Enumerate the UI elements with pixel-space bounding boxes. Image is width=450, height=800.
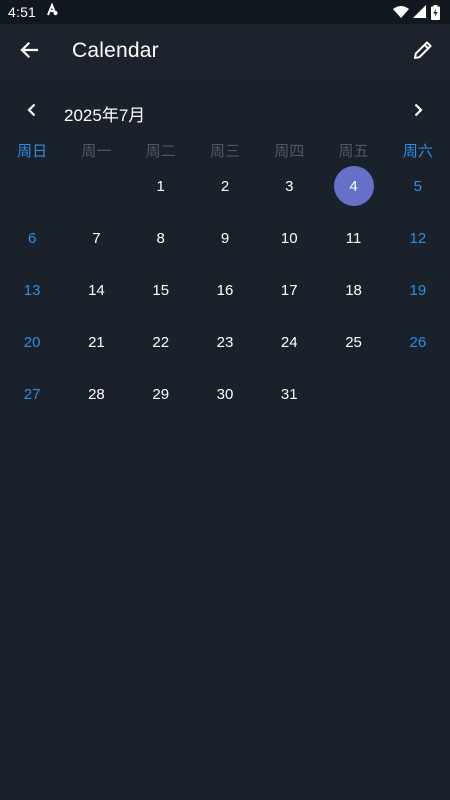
empty-day-cell: [64, 160, 128, 212]
day-cell[interactable]: 31: [257, 368, 321, 420]
day-cell[interactable]: 22: [129, 316, 193, 368]
day-number: 13: [23, 281, 41, 299]
day-number: 10: [280, 229, 298, 247]
day-cell[interactable]: 2: [193, 160, 257, 212]
day-number: 30: [216, 385, 234, 403]
back-button[interactable]: [14, 37, 44, 67]
week-row: 20 21 22 23 24 25 26: [0, 316, 450, 368]
day-cell[interactable]: 9: [193, 212, 257, 264]
pencil-icon: [412, 39, 434, 66]
day-cell[interactable]: 14: [64, 264, 128, 316]
status-time: 4:51: [8, 4, 37, 20]
day-number: 3: [285, 177, 294, 195]
day-number: 4: [333, 166, 374, 206]
month-label: 2025年7月: [64, 106, 146, 125]
wifi-icon: [393, 5, 409, 19]
day-cell[interactable]: 26: [386, 316, 450, 368]
day-number: 24: [280, 333, 298, 351]
accessibility-icon: [45, 1, 59, 22]
signal-icon: [413, 5, 427, 19]
day-cell[interactable]: 27: [0, 368, 64, 420]
day-number: 28: [88, 385, 105, 403]
day-number: 15: [152, 281, 170, 299]
day-cell[interactable]: 29: [129, 368, 193, 420]
week-row: 27 28 29 30 31: [0, 368, 450, 420]
day-cell[interactable]: 12: [386, 212, 450, 264]
day-number: 22: [152, 333, 170, 351]
week-row: 1 2 3 4 5: [0, 160, 450, 212]
day-cell[interactable]: 16: [193, 264, 257, 316]
previous-month-button[interactable]: [20, 100, 44, 124]
week-row: 6 7 8 9 10 11 12: [0, 212, 450, 264]
week-row: 13 14 15 16 17 18 19: [0, 264, 450, 316]
day-cell[interactable]: 25: [321, 316, 385, 368]
empty-day-cell: [321, 368, 385, 420]
day-number: 8: [156, 229, 165, 247]
day-cell[interactable]: 7: [64, 212, 128, 264]
day-cell[interactable]: 20: [0, 316, 64, 368]
day-number: 12: [409, 229, 427, 247]
day-number: 26: [409, 333, 427, 351]
day-number: 5: [413, 177, 422, 195]
chevron-right-icon: [411, 103, 425, 122]
arrow-left-icon: [19, 40, 39, 65]
day-cell[interactable]: 1: [129, 160, 193, 212]
day-cell[interactable]: 18: [321, 264, 385, 316]
day-cell[interactable]: 24: [257, 316, 321, 368]
chevron-left-icon: [25, 103, 39, 122]
page-title: Calendar: [72, 39, 159, 62]
day-number: 17: [280, 281, 298, 299]
day-cell[interactable]: 13: [0, 264, 64, 316]
month-navigator: 2025年7月: [0, 96, 450, 128]
day-number: 25: [345, 333, 362, 351]
day-cell[interactable]: 8: [129, 212, 193, 264]
day-number: 18: [345, 281, 362, 299]
empty-day-cell: [0, 160, 64, 212]
calendar-grid: 1 2 3 4 5 6 7 8 9 10 11 12 13 14 15 16 17 18 19 20 21 22 23 24 2…: [0, 160, 450, 420]
day-number: 31: [280, 385, 298, 403]
day-number: 23: [216, 333, 234, 351]
day-number: 2: [220, 177, 230, 195]
day-cell[interactable]: 21: [64, 316, 128, 368]
day-number: 9: [220, 229, 230, 247]
day-number: 1: [156, 177, 165, 195]
day-number: 21: [88, 333, 105, 351]
status-bar: 4:51: [0, 0, 450, 24]
day-cell[interactable]: 28: [64, 368, 128, 420]
day-number: 19: [409, 281, 427, 299]
day-cell[interactable]: 15: [129, 264, 193, 316]
day-number: 20: [23, 333, 41, 351]
edit-button[interactable]: [408, 37, 438, 67]
day-number: 27: [23, 385, 41, 403]
day-cell[interactable]: 10: [257, 212, 321, 264]
day-cell[interactable]: 17: [257, 264, 321, 316]
day-cell[interactable]: 19: [386, 264, 450, 316]
day-number: 29: [152, 385, 170, 403]
day-number: 7: [92, 229, 101, 247]
app-bar: Calendar: [0, 24, 450, 80]
day-cell[interactable]: 30: [193, 368, 257, 420]
day-cell[interactable]: 11: [321, 212, 385, 264]
day-cell[interactable]: 5: [386, 160, 450, 212]
day-cell-selected[interactable]: 4: [321, 160, 385, 212]
day-number: 11: [345, 229, 362, 247]
day-cell[interactable]: 23: [193, 316, 257, 368]
next-month-button[interactable]: [406, 100, 430, 124]
day-number: 16: [216, 281, 234, 299]
day-number: 6: [27, 229, 37, 247]
battery-charging-icon: [431, 4, 440, 20]
day-cell[interactable]: 6: [0, 212, 64, 264]
day-cell[interactable]: 3: [257, 160, 321, 212]
empty-day-cell: [386, 368, 450, 420]
day-number: 14: [88, 281, 105, 299]
